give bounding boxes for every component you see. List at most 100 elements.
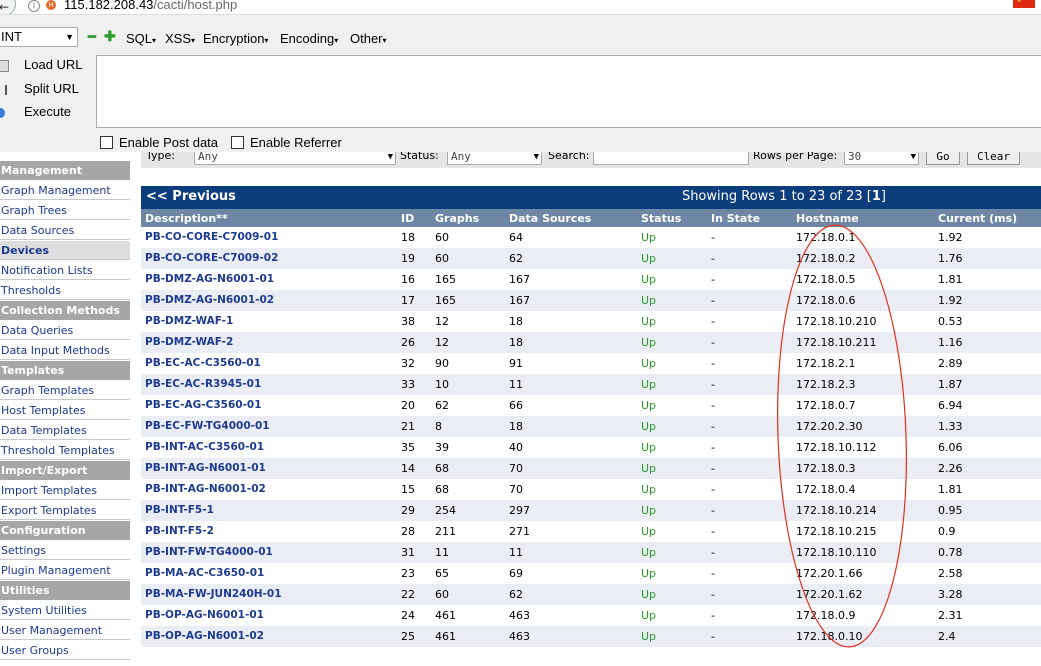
cell-graphs: 68 (435, 483, 449, 496)
cell-description[interactable]: PB-DMZ-WAF-2 (145, 336, 233, 348)
sidebar-item-devices[interactable]: Devices (0, 241, 130, 260)
sidebar-item-plugin-management[interactable]: Plugin Management (0, 561, 130, 580)
column-header-current-ms[interactable]: Current (ms) (938, 212, 1017, 225)
column-header-id[interactable]: ID (401, 212, 414, 225)
sidebar-item-data-input-methods[interactable]: Data Input Methods (0, 341, 130, 360)
search-input[interactable] (593, 152, 749, 165)
menu-xss[interactable]: XSS▾ (165, 31, 195, 46)
column-header-in-state[interactable]: In State (711, 212, 760, 225)
sidebar-item-export-templates[interactable]: Export Templates (0, 501, 130, 520)
sidebar-item-threshold-templates[interactable]: Threshold Templates (0, 441, 130, 460)
sidebar-item-data-sources[interactable]: Data Sources (0, 221, 130, 240)
menu-sql[interactable]: SQL▾ (126, 31, 156, 46)
cell-description[interactable]: PB-DMZ-AG-N6001-01 (145, 273, 274, 285)
sidebar-item-settings[interactable]: Settings (0, 541, 130, 560)
table-row: PB-INT-AC-C3560-01 35 39 40 Up - 172.18.10.112… (141, 437, 1041, 458)
chevron-down-icon: ▼ (910, 152, 916, 162)
column-header-status[interactable]: Status (641, 212, 681, 225)
cell-in-state: - (711, 336, 715, 349)
increase-icon[interactable]: ✚ (104, 28, 116, 45)
cell-description[interactable]: PB-OP-AG-N6001-01 (145, 609, 264, 621)
cell-description[interactable]: PB-INT-AG-N6001-02 (145, 483, 266, 495)
cell-hostname: 172.18.0.6 (796, 294, 856, 307)
load-url-label: Load URL (24, 57, 83, 72)
column-header-description[interactable]: Description** (145, 212, 228, 225)
cell-description[interactable]: PB-OP-AG-N6001-02 (145, 630, 264, 642)
cell-description[interactable]: PB-INT-F5-1 (145, 504, 214, 516)
sidebar-item-graph-trees[interactable]: Graph Trees (0, 201, 130, 220)
go-button[interactable]: Go (926, 152, 960, 165)
sidebar-item-host-templates[interactable]: Host Templates (0, 401, 130, 420)
enable-post-checkbox[interactable]: Enable Post data (100, 135, 218, 150)
previous-page-link[interactable]: << Previous (146, 189, 236, 204)
sidebar-item-notification-lists[interactable]: Notification Lists (0, 261, 130, 280)
sidebar-item-user-groups[interactable]: User Groups (0, 641, 130, 660)
column-header-graphs[interactable]: Graphs (435, 212, 479, 225)
cell-description[interactable]: PB-CO-CORE-C7009-01 (145, 231, 278, 243)
sidebar-item-system-utilities[interactable]: System Utilities (0, 601, 130, 620)
cell-current-ms: 1.92 (938, 294, 963, 307)
sidebar-item-data-templates[interactable]: Data Templates (0, 421, 130, 440)
clear-button[interactable]: Clear (967, 152, 1020, 165)
cell-in-state: - (711, 378, 715, 391)
table-row: PB-INT-F5-1 29 254 297 Up - 172.18.10.214 0.95 (141, 500, 1041, 521)
current-page-number[interactable]: 1 (872, 189, 881, 204)
execute-button[interactable]: Execute (0, 104, 71, 119)
back-arrow-icon[interactable]: ← (0, 0, 16, 14)
enable-referrer-checkbox[interactable]: Enable Referrer (231, 135, 342, 150)
cell-hostname: 172.18.2.3 (796, 378, 856, 391)
cell-in-state: - (711, 420, 715, 433)
menu-encryption[interactable]: Encryption▾ (203, 31, 268, 46)
load-url-icon (0, 59, 9, 72)
sidebar-item-graph-management[interactable]: Graph Management (0, 181, 130, 200)
cell-description[interactable]: PB-EC-AG-C3560-01 (145, 399, 262, 411)
cell-id: 23 (401, 567, 415, 580)
status-label: Status: (400, 152, 439, 162)
hackbar-url-textarea[interactable] (96, 55, 1041, 128)
sidebar-item-thresholds[interactable]: Thresholds (0, 281, 130, 300)
cell-current-ms: 0.78 (938, 546, 963, 559)
split-url-button[interactable]: Split URL (0, 81, 79, 96)
cell-hostname: 172.18.0.7 (796, 399, 856, 412)
status-select[interactable]: Any ▼ (447, 152, 542, 165)
cell-description[interactable]: PB-MA-FW-JUN240H-01 (145, 588, 282, 600)
cell-in-state: - (711, 441, 715, 454)
cell-description[interactable]: PB-INT-F5-2 (145, 525, 214, 537)
cell-description[interactable]: PB-INT-AG-N6001-01 (145, 462, 266, 474)
checkbox-icon[interactable] (100, 136, 113, 149)
cell-hostname: 172.18.0.4 (796, 483, 856, 496)
cell-description[interactable]: PB-DMZ-WAF-1 (145, 315, 233, 327)
cell-description[interactable]: PB-EC-FW-TG4000-01 (145, 420, 270, 432)
cell-description[interactable]: PB-MA-AC-C3650-01 (145, 567, 264, 579)
sidebar-item-user-management[interactable]: User Management (0, 621, 130, 640)
cell-id: 28 (401, 525, 415, 538)
cell-description[interactable]: PB-INT-AC-C3560-01 (145, 441, 264, 453)
cell-in-state: - (711, 546, 715, 559)
cell-description[interactable]: PB-INT-FW-TG4000-01 (145, 546, 273, 558)
cell-status: Up (641, 567, 657, 580)
cell-description[interactable]: PB-EC-AC-R3945-01 (145, 378, 261, 390)
hackbar-type-select[interactable]: INT ▼ (0, 27, 78, 47)
menu-encoding[interactable]: Encoding▾ (280, 31, 338, 46)
site-info-icon[interactable]: i (28, 0, 40, 12)
url-text[interactable]: 115.182.208.43/cacti/host.php (64, 0, 237, 12)
rows-per-page-select[interactable]: 30 ▼ (844, 152, 919, 165)
cell-description[interactable]: PB-DMZ-AG-N6001-02 (145, 294, 274, 306)
type-select[interactable]: Any ▼ (194, 152, 396, 165)
menu-other[interactable]: Other▾ (350, 31, 387, 46)
sidebar-item-graph-templates[interactable]: Graph Templates (0, 381, 130, 400)
cell-graphs: 461 (435, 630, 456, 643)
cell-description[interactable]: PB-CO-CORE-C7009-02 (145, 252, 278, 264)
column-header-data-sources[interactable]: Data Sources (509, 212, 591, 225)
sidebar-header-management: Management (0, 161, 130, 180)
cell-description[interactable]: PB-EC-AC-C3560-01 (145, 357, 261, 369)
sidebar-item-import-templates[interactable]: Import Templates (0, 481, 130, 500)
decrease-icon[interactable]: ━ (88, 29, 96, 45)
checkbox-icon[interactable] (231, 136, 244, 149)
cell-data-sources: 64 (509, 231, 523, 244)
sidebar-item-data-queries[interactable]: Data Queries (0, 321, 130, 340)
hackbar-addon-icon[interactable]: H (46, 0, 56, 10)
load-url-button[interactable]: Load URL (0, 57, 83, 72)
url-path: /cacti/host.php (153, 0, 238, 12)
column-header-hostname[interactable]: Hostname (796, 212, 859, 225)
